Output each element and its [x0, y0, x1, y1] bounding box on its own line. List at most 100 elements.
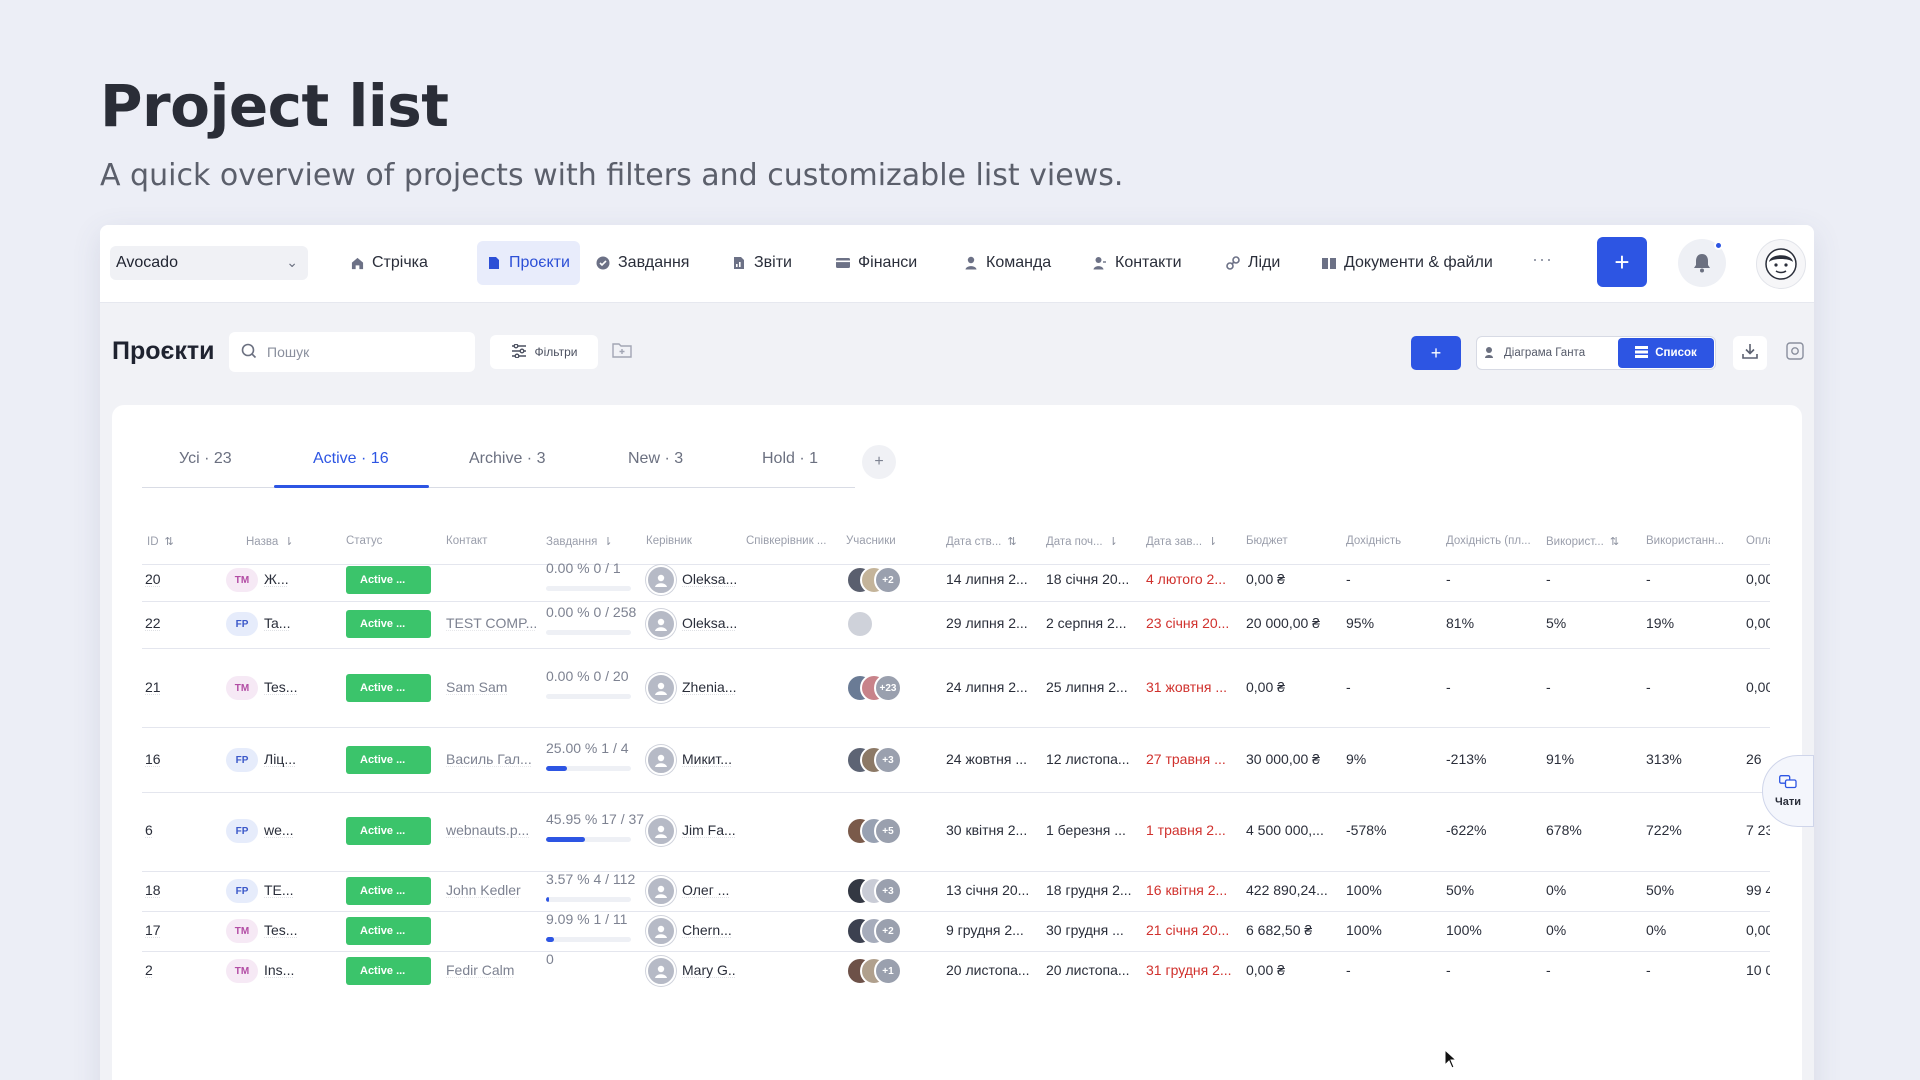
tab-hold[interactable]: Hold · 1 — [762, 450, 818, 468]
add-project-button[interactable]: + — [1411, 336, 1461, 370]
status-badge[interactable]: Active ... — [346, 817, 431, 845]
nav-item-team[interactable]: Команда — [954, 241, 1061, 285]
project-name[interactable]: Ins... — [264, 962, 294, 978]
row-id[interactable]: 16 — [145, 751, 161, 767]
project-name[interactable]: Ліц... — [264, 751, 296, 767]
row-id[interactable]: 2 — [145, 962, 153, 978]
sort-icon[interactable]: ⇂ — [1109, 535, 1118, 548]
add-tab-button[interactable]: + — [862, 445, 896, 479]
column-header-start[interactable]: Дата поч... ⇂ — [1046, 535, 1118, 549]
manager-name[interactable]: Chern... — [682, 922, 732, 938]
column-header-used[interactable]: Використ... ⇅ — [1546, 535, 1619, 549]
nav-item-contacts[interactable]: Контакти — [1083, 241, 1192, 285]
row-id[interactable]: 22 — [145, 615, 161, 631]
search-input[interactable]: Пошук — [229, 332, 475, 372]
tab-all[interactable]: Усі · 23 — [179, 450, 232, 468]
create-button[interactable]: + — [1597, 237, 1647, 287]
column-header-profit-plan[interactable]: Дохідність (пл... — [1446, 535, 1531, 547]
nav-item-leads[interactable]: Ліди — [1216, 241, 1290, 285]
sort-icon[interactable]: ⇂ — [603, 535, 612, 548]
members-more-count[interactable]: +3 — [874, 746, 902, 774]
members-more-count[interactable]: +1 — [874, 957, 902, 985]
nav-item-documents[interactable]: Документи & файли — [1312, 241, 1503, 285]
workspace-select[interactable]: Avocado ⌄ — [110, 246, 308, 280]
column-header-paid[interactable]: Опла — [1746, 535, 1770, 547]
status-badge[interactable]: Active ... — [346, 957, 431, 985]
project-name[interactable]: Ж... — [264, 571, 289, 587]
column-header-profit[interactable]: Дохідність — [1346, 535, 1401, 547]
nav-item-feed[interactable]: Стрічка — [340, 241, 438, 285]
nav-item-reports[interactable]: Звіти — [722, 241, 802, 285]
tab-archive[interactable]: Archive · 3 — [469, 450, 545, 468]
members-more-count[interactable]: +5 — [874, 817, 902, 845]
manager-name[interactable]: Олег ... — [682, 882, 729, 898]
status-badge[interactable]: Active ... — [346, 746, 431, 774]
status-badge[interactable]: Active ... — [346, 566, 431, 594]
manager-name[interactable]: Oleksa... — [682, 571, 736, 587]
column-header-co-manager[interactable]: Співкерівник ... — [746, 535, 826, 547]
project-contact[interactable]: webnauts.p... — [446, 822, 529, 838]
chevron-down-icon: ⌄ — [286, 254, 298, 270]
project-contact[interactable]: Sam Sam — [446, 679, 507, 695]
list-view-button[interactable]: Список — [1618, 338, 1714, 368]
members-more-count[interactable]: +23 — [874, 674, 902, 702]
manager-name[interactable]: Oleksa... — [682, 615, 736, 631]
column-header-budget[interactable]: Бюджет — [1246, 535, 1288, 547]
status-badge[interactable]: Active ... — [346, 674, 431, 702]
row-id[interactable]: 6 — [145, 822, 153, 838]
column-header-created[interactable]: Дата ств... ⇅ — [946, 535, 1017, 549]
folder-add-icon[interactable] — [612, 341, 634, 361]
status-badge[interactable]: Active ... — [346, 917, 431, 945]
sort-icon[interactable]: ⇅ — [165, 535, 174, 548]
project-contact[interactable]: Василь Гал... — [446, 751, 532, 767]
project-name[interactable]: Ta... — [264, 615, 290, 631]
row-id[interactable]: 20 — [145, 571, 161, 587]
project-contact[interactable]: John Kedler — [446, 882, 521, 898]
column-header-end[interactable]: Дата зав... ⇂ — [1146, 535, 1217, 549]
members-more-count[interactable]: +2 — [874, 917, 902, 945]
row-id[interactable]: 18 — [145, 882, 161, 898]
manager-avatar — [646, 876, 676, 906]
column-header-contact[interactable]: Контакт — [446, 535, 487, 547]
manager-name[interactable]: Zhenia... — [682, 679, 736, 695]
tab-active[interactable]: Active · 16 — [313, 450, 389, 468]
status-badge[interactable]: Active ... — [346, 877, 431, 905]
gantt-view-button[interactable]: Діаграма Ганта — [1485, 337, 1585, 369]
nav-item-projects[interactable]: Проєкти — [477, 241, 580, 285]
settings-button[interactable] — [1778, 336, 1812, 370]
members-more-count[interactable]: +2 — [874, 566, 902, 594]
project-name[interactable]: Tes... — [264, 679, 297, 695]
project-contact[interactable]: TEST COMP... — [446, 615, 536, 631]
column-header-manager[interactable]: Керівник — [646, 535, 692, 547]
sort-icon[interactable]: ⇅ — [1610, 535, 1619, 548]
column-header-used-plan[interactable]: Використанн... — [1646, 535, 1724, 547]
profit-plan-value: 100% — [1446, 922, 1482, 938]
more-menu-icon[interactable]: ··· — [1532, 249, 1553, 270]
download-button[interactable] — [1733, 336, 1767, 370]
project-name[interactable]: we... — [264, 822, 294, 838]
column-header-id[interactable]: ID ⇅ — [147, 535, 174, 549]
tab-new[interactable]: New · 3 — [628, 450, 683, 468]
column-header-name[interactable]: Назва ⇂ — [246, 535, 293, 549]
nav-item-tasks[interactable]: Завдання — [586, 241, 699, 285]
project-name[interactable]: TE... — [264, 882, 294, 898]
column-header-tasks[interactable]: Завдання ⇂ — [546, 535, 613, 549]
manager-name[interactable]: Микит... — [682, 751, 732, 767]
project-name[interactable]: Tes... — [264, 922, 297, 938]
column-header-status[interactable]: Статус — [346, 535, 382, 547]
filters-button[interactable]: Фільтри — [490, 335, 598, 369]
row-id[interactable]: 17 — [145, 922, 161, 938]
row-id[interactable]: 21 — [145, 679, 161, 695]
sort-icon[interactable]: ⇅ — [1007, 535, 1016, 548]
nav-item-finance[interactable]: Фінанси — [826, 241, 927, 285]
members-more-count[interactable]: +3 — [874, 877, 902, 905]
sort-icon[interactable]: ⇂ — [1208, 535, 1217, 548]
user-avatar[interactable] — [1756, 239, 1806, 289]
used-value: 0% — [1546, 882, 1567, 898]
manager-name[interactable]: Jim Fa... — [682, 822, 736, 838]
manager-name[interactable]: Mary G... — [682, 962, 736, 978]
sort-icon[interactable]: ⇂ — [284, 535, 293, 548]
column-header-members[interactable]: Учасники — [846, 535, 896, 547]
status-badge[interactable]: Active ... — [346, 610, 431, 638]
project-contact[interactable]: Fedir Calm — [446, 962, 514, 978]
